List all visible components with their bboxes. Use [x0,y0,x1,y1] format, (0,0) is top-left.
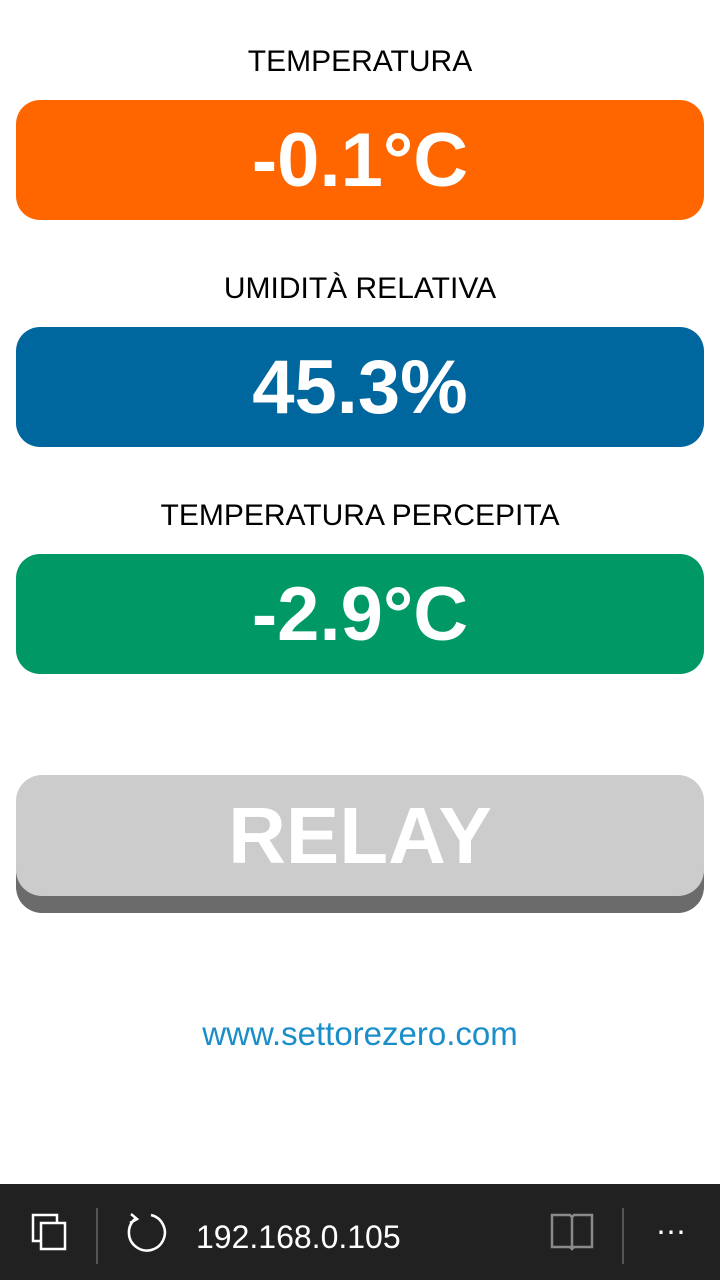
feels-like-label: TEMPERATURA PERCEPITA [160,499,560,532]
temperature-label: TEMPERATURA [247,45,473,78]
humidity-card: 45.3% [16,327,704,447]
temperature-value: -0.1°C [251,117,469,203]
tabs-icon[interactable] [22,1184,76,1280]
browser-bottom-bar: 192.168.0.105 ⋯ [0,1184,720,1280]
feels-like-value: -2.9°C [251,571,469,657]
refresh-icon[interactable] [122,1184,170,1280]
relay-button-wrapper: RELAY [16,775,704,913]
more-label: ⋯ [656,1215,686,1249]
feels-like-card: -2.9°C [16,554,704,674]
temperature-card: -0.1°C [16,100,704,220]
humidity-label: UMIDITÀ RELATIVA [223,272,497,305]
reading-view-icon[interactable] [546,1184,598,1280]
divider [622,1208,624,1264]
settorezero-link[interactable]: www.settorezero.com [0,1012,720,1056]
divider [96,1208,98,1264]
relay-button[interactable]: RELAY [16,775,704,896]
humidity-value: 45.3% [252,344,468,430]
page: TEMPERATURA -0.1°C UMIDITÀ RELATIVA 45.3… [0,0,720,1280]
more-icon[interactable]: ⋯ [648,1184,694,1280]
address-text[interactable]: 192.168.0.105 [196,1184,401,1280]
relay-button-label: RELAY [228,790,492,880]
